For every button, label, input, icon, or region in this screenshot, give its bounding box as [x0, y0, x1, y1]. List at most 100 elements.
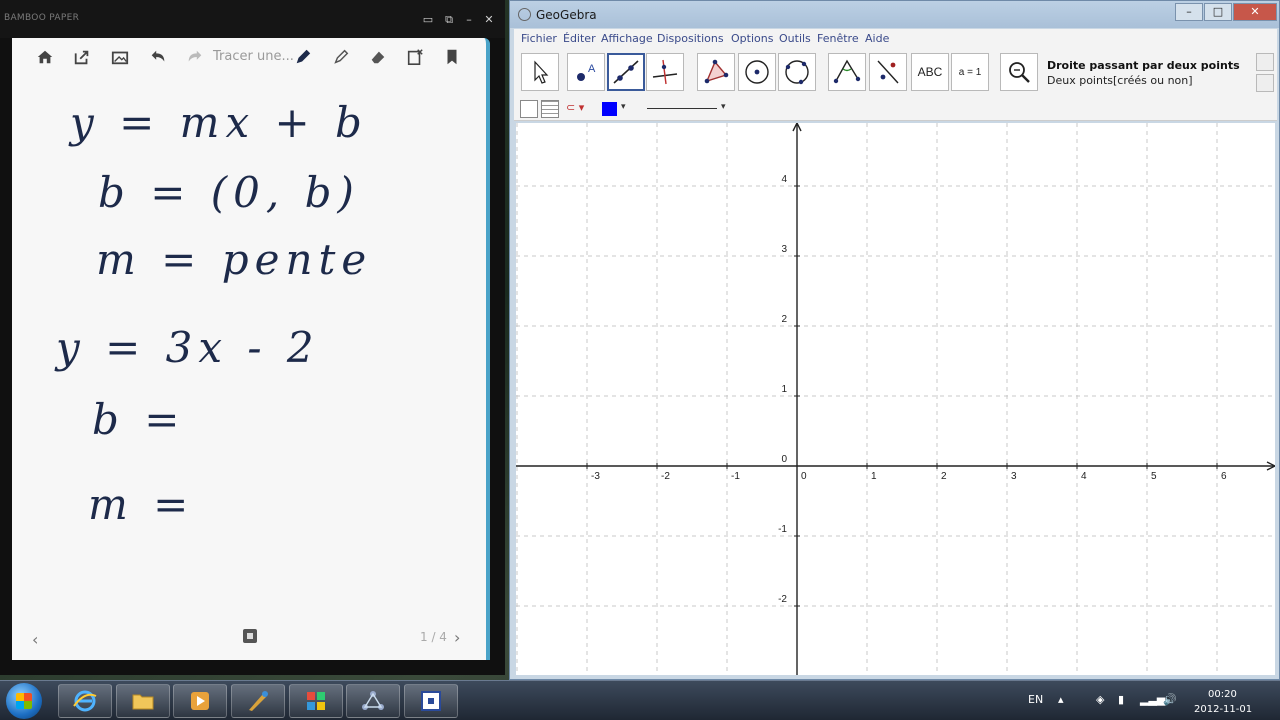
- line-style-dropdown-icon[interactable]: ▾: [721, 102, 726, 112]
- geogebra-logo-icon: [518, 8, 531, 21]
- handwritten-line: y = mx + b: [70, 98, 368, 147]
- redo-icon[interactable]: [184, 46, 206, 68]
- page-overview-icon[interactable]: [243, 629, 257, 643]
- next-page-icon[interactable]: ›: [454, 628, 460, 647]
- bamboo-toolbar: Tracer une...: [12, 38, 486, 76]
- eraser-icon[interactable]: [367, 46, 389, 68]
- clock-time[interactable]: 00:20: [1208, 689, 1237, 700]
- internet-explorer-icon[interactable]: [58, 684, 112, 718]
- x-tick-label: -1: [731, 471, 740, 482]
- clock-date[interactable]: 2012-11-01: [1194, 704, 1252, 715]
- taskbar: EN ▴ ◈ ▮ ▂▃▅ 🔊: [0, 680, 1280, 720]
- volume-icon[interactable]: 🔊: [1163, 693, 1177, 706]
- x-tick-label: 3: [1011, 471, 1017, 482]
- geogebra-app-icon[interactable]: [404, 684, 458, 718]
- x-tick-label: 5: [1151, 471, 1157, 482]
- move-tool-icon[interactable]: [521, 53, 559, 91]
- coordinate-grid[interactable]: -3 -2 -1 0 1 2 3 4 5 6 4 3 2 1 0 -1 -2: [516, 123, 1275, 675]
- grid-toggle-icon[interactable]: [541, 100, 559, 118]
- handwritten-line: m =: [88, 480, 195, 529]
- y-tick-label: 3: [781, 244, 787, 255]
- perpendicular-tool-icon[interactable]: [646, 53, 684, 91]
- geogebra-window: GeoGebra – □ ✕ Fichier Éditer Affichage …: [509, 0, 1280, 680]
- image-icon[interactable]: [109, 46, 131, 68]
- abc-label: ABC: [917, 65, 943, 79]
- restore-icon[interactable]: ⧉: [442, 14, 456, 26]
- media-player-icon[interactable]: [173, 684, 227, 718]
- bookmark-icon[interactable]: [441, 46, 463, 68]
- x-tick-label: 6: [1221, 471, 1227, 482]
- trace-label[interactable]: Tracer une...: [213, 49, 294, 64]
- close-icon[interactable]: ✕: [482, 14, 496, 26]
- line-style-preview[interactable]: [647, 108, 717, 109]
- reflect-tool-icon[interactable]: [869, 53, 907, 91]
- maximize-icon[interactable]: □: [1204, 3, 1232, 21]
- bamboo-title: BAMBOO PAPER: [4, 13, 80, 23]
- menu-outils[interactable]: Outils: [779, 32, 811, 45]
- marker-icon[interactable]: [330, 46, 352, 68]
- bamboo-paper-window: BAMBOO PAPER ▭ ⧉ – ✕ Tracer une... y = m…: [0, 0, 505, 675]
- line-tool-icon[interactable]: [607, 53, 645, 91]
- previous-page-icon[interactable]: ‹: [32, 630, 38, 649]
- menu-editer[interactable]: Éditer: [563, 32, 596, 45]
- redo-icon[interactable]: [1256, 74, 1274, 92]
- y-tick-label: 2: [781, 314, 787, 325]
- menu-fenetre[interactable]: Fenêtre: [817, 32, 859, 45]
- language-indicator[interactable]: EN: [1028, 693, 1043, 706]
- zoom-tool-icon[interactable]: [1000, 53, 1038, 91]
- menu-aide[interactable]: Aide: [865, 32, 889, 45]
- circle-three-points-tool-icon[interactable]: [778, 53, 816, 91]
- y-tick-label: 4: [781, 174, 787, 185]
- battery-icon[interactable]: ▮: [1118, 693, 1124, 706]
- network-icon[interactable]: ▂▃▅: [1140, 693, 1165, 706]
- comment-icon[interactable]: ▭: [421, 14, 435, 26]
- file-explorer-icon[interactable]: [116, 684, 170, 718]
- tool-help: Deux points[créés ou non]: [1047, 74, 1193, 87]
- color-swatch[interactable]: [602, 102, 617, 116]
- menu-dispositions[interactable]: Dispositions: [657, 32, 724, 45]
- network-app-icon[interactable]: [346, 684, 400, 718]
- color-dropdown-icon[interactable]: ▾: [621, 102, 626, 112]
- y-tick-label: -2: [778, 594, 787, 605]
- handwritten-line: m = pente: [96, 235, 373, 284]
- new-page-icon[interactable]: [404, 46, 426, 68]
- notebook-page[interactable]: Tracer une... y = mx + b b = (0, b) m = …: [12, 38, 490, 660]
- geogebra-toolbar: A ABC a = 1 Droite passant par deux poin…: [514, 49, 1277, 97]
- x-tick-label: 4: [1081, 471, 1087, 482]
- y-tick-label: 0: [781, 454, 787, 465]
- x-tick-label: -2: [661, 471, 670, 482]
- point-tool-icon[interactable]: A: [567, 53, 605, 91]
- circle-center-tool-icon[interactable]: [738, 53, 776, 91]
- point-capture-icon[interactable]: ⊂ ▾: [566, 101, 584, 114]
- share-icon[interactable]: [71, 46, 93, 68]
- geogebra-title: GeoGebra: [536, 8, 597, 22]
- geogebra-titlebar: GeoGebra – □ ✕: [510, 1, 1279, 28]
- axes-toggle-icon[interactable]: [520, 100, 538, 118]
- slider-tool-icon[interactable]: a = 1: [951, 53, 989, 91]
- angle-tool-icon[interactable]: [828, 53, 866, 91]
- graphics-view[interactable]: -3 -2 -1 0 1 2 3 4 5 6 4 3 2 1 0 -1 -2: [516, 123, 1275, 675]
- minimize-icon[interactable]: –: [462, 14, 476, 26]
- y-tick-label: 1: [781, 384, 787, 395]
- menu-fichier[interactable]: Fichier: [521, 32, 557, 45]
- handwritten-line: b =: [92, 395, 186, 444]
- security-icon[interactable]: ◈: [1096, 693, 1104, 706]
- bamboo-titlebar: BAMBOO PAPER ▭ ⧉ – ✕: [0, 0, 505, 38]
- paint-app-icon[interactable]: [231, 684, 285, 718]
- menu-options[interactable]: Options: [731, 32, 773, 45]
- menu-affichage[interactable]: Affichage: [601, 32, 653, 45]
- bamboo-paper-app-icon[interactable]: [289, 684, 343, 718]
- close-icon[interactable]: ✕: [1233, 3, 1277, 21]
- x-tick-label: 0: [801, 471, 807, 482]
- style-bar: ⊂ ▾ ▾ ▾: [514, 97, 1277, 121]
- polygon-tool-icon[interactable]: [697, 53, 735, 91]
- undo-icon[interactable]: [147, 46, 169, 68]
- y-tick-label: -1: [778, 524, 787, 535]
- undo-icon[interactable]: [1256, 53, 1274, 71]
- home-icon[interactable]: [34, 46, 56, 68]
- pen-icon[interactable]: [292, 46, 314, 68]
- tray-arrow-icon[interactable]: ▴: [1058, 693, 1064, 706]
- minimize-icon[interactable]: –: [1175, 3, 1203, 21]
- start-button[interactable]: [6, 683, 42, 719]
- text-tool-icon[interactable]: ABC: [911, 53, 949, 91]
